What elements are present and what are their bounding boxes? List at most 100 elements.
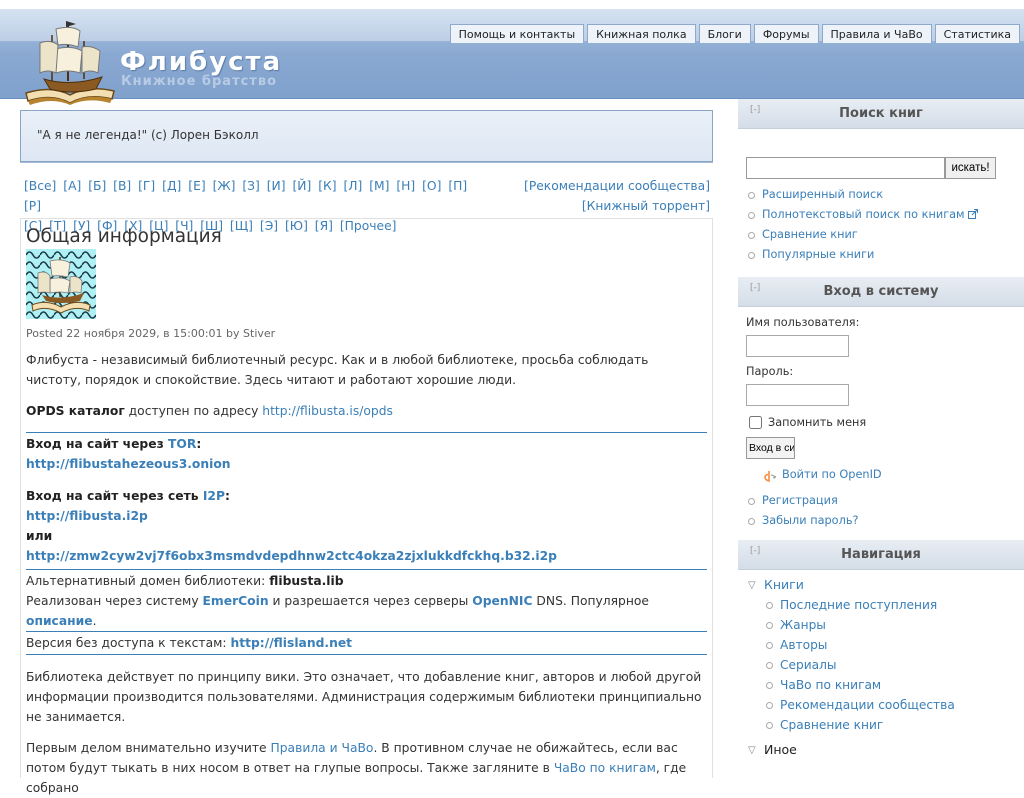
ship-book-logo-icon[interactable] (22, 15, 118, 105)
book-torrent-link[interactable]: [Книжный торрент] (582, 199, 710, 213)
login-block-title: Вход в систему (823, 284, 939, 299)
alpha-link[interactable]: [А] (63, 179, 81, 193)
description-link[interactable]: описание (26, 614, 93, 628)
compare-books-link[interactable]: Сравнение книг (762, 228, 858, 241)
impl-text-1: Реализован через систему (26, 594, 203, 608)
community-recommendations-link[interactable]: [Рекомендации сообщества] (524, 179, 710, 193)
alpha-link[interactable]: [Н] (396, 179, 415, 193)
alpha-link[interactable]: [В] (113, 179, 131, 193)
expanded-triangle-icon: ▽ (748, 745, 756, 756)
password-field[interactable] (746, 384, 849, 406)
alpha-link[interactable]: [Р] (24, 199, 41, 213)
alpha-link[interactable]: [З] (242, 179, 259, 193)
tab-blogs[interactable]: Блоги (698, 24, 751, 43)
alpha-link[interactable]: [И] (267, 179, 286, 193)
username-field[interactable] (746, 335, 849, 357)
alpha-link[interactable]: [Б] (88, 179, 106, 193)
nav-authors-link[interactable]: Авторы (780, 638, 827, 652)
external-link-icon (967, 209, 978, 219)
alpha-link[interactable]: [К] (318, 179, 336, 193)
tab-bookshelf[interactable]: Книжная полка (587, 24, 696, 43)
nav-books-faq-link[interactable]: ЧаВо по книгам (780, 678, 881, 692)
list-item: Сравнение книг (764, 715, 1016, 735)
login-block-header[interactable]: [-] Вход в систему (738, 277, 1024, 307)
i2p-section: Вход на сайт через сеть I2P: http://flib… (26, 486, 707, 566)
quote-text: "А я не легенда!" (с) Лорен Бэколл (37, 128, 259, 142)
search-row: искать! (746, 157, 1016, 179)
navigation-block-header[interactable]: [-] Навигация (738, 540, 1024, 570)
login-button[interactable]: Вход в систему (746, 437, 795, 459)
username-label: Имя пользователя: (746, 316, 860, 329)
nav-compare-link[interactable]: Сравнение книг (780, 718, 883, 732)
wiki-paragraph: Библиотека действует по принципу вики. Э… (26, 670, 702, 724)
alpha-link[interactable]: [Ж] (213, 179, 236, 193)
expanded-triangle-icon: ▽ (748, 580, 756, 591)
tab-forums[interactable]: Форумы (753, 24, 819, 43)
forgot-password-link[interactable]: Забыли пароль? (762, 514, 858, 527)
alphabet-row-1: [Все] [А] [Б] [В] [Г] [Д] [Е] [Ж] [З] [И… (24, 176, 474, 216)
emercoin-link[interactable]: EmerCoin (203, 594, 269, 608)
nav-books: ▽ Книги (746, 575, 1016, 595)
search-input[interactable] (746, 157, 945, 179)
alpha-link[interactable]: [Й] (292, 179, 311, 193)
collapse-toggle[interactable]: [-] (750, 99, 760, 121)
navigation-block-title: Навигация (841, 547, 921, 562)
site-name[interactable]: Флибуста (120, 47, 282, 77)
i2p-or: или (26, 529, 53, 543)
nav-latest-link[interactable]: Последние поступления (780, 598, 937, 612)
alpha-link[interactable]: [О] (422, 179, 441, 193)
alpha-link[interactable]: [Л] (343, 179, 362, 193)
rules-text-1: Первым делом внимательно изучите (26, 741, 271, 755)
popular-books-link[interactable]: Популярные книги (762, 248, 874, 261)
tab-statistics[interactable]: Статистика (934, 24, 1020, 43)
tab-rules-faq[interactable]: Правила и ЧаВо (821, 24, 932, 43)
top-tabs: Помощь и контакты Книжная полка Блоги Фо… (449, 24, 1020, 43)
nav-genres-link[interactable]: Жанры (780, 618, 826, 632)
nav-recommendations-link[interactable]: Рекомендации сообщества (780, 698, 955, 712)
collapse-toggle[interactable]: [-] (750, 277, 760, 299)
search-links: Расширенный поиск Полнотекстовый поиск п… (746, 185, 1016, 265)
remember-me-checkbox[interactable] (749, 415, 762, 429)
list-item: Авторы (764, 635, 1016, 655)
tor-link[interactable]: TOR (168, 437, 196, 451)
register-link[interactable]: Регистрация (762, 494, 838, 507)
alpha-link[interactable]: [Е] (188, 179, 205, 193)
nav-other: ▽ Иное (746, 740, 1016, 760)
tor-url-link[interactable]: http://flibustahezeous3.onion (26, 457, 231, 471)
nav-series-link[interactable]: Сериалы (780, 658, 837, 672)
tab-help-contacts[interactable]: Помощь и контакты (449, 24, 585, 43)
flisland-link[interactable]: http://flisland.net (230, 636, 352, 650)
alpha-link[interactable]: [Г] (138, 179, 155, 193)
alphabet-nav: [Все] [А] [Б] [В] [Г] [Д] [Е] [Ж] [З] [И… (20, 176, 713, 233)
i2p-url-link[interactable]: http://flibusta.i2p (26, 509, 148, 523)
search-block-body: искать! Расширенный поиск Полнотекстовый… (738, 157, 1024, 265)
search-block-header[interactable]: [-] Поиск книг (738, 99, 1024, 129)
i2p-b32-url-link[interactable]: http://zmw2cyw2vj7f6obx3msmdvdepdhnw2ctc… (26, 549, 557, 563)
opds-url-link[interactable]: http://flibusta.is/opds (262, 404, 393, 418)
alpha-link[interactable]: [М] (369, 179, 389, 193)
no-access-section: Версия без доступа к текстам: http://fli… (26, 631, 707, 655)
nav-other-link[interactable]: Иное (764, 742, 797, 757)
books-faq-link[interactable]: ЧаВо по книгам (554, 761, 656, 775)
login-block: [-] Вход в систему Имя пользователя: Пар… (738, 277, 1024, 531)
intro-paragraph: Флибуста - независимый библиотечный ресу… (26, 353, 649, 387)
alpha-link-all[interactable]: [Все] (24, 179, 56, 193)
alpha-link[interactable]: [Д] (162, 179, 181, 193)
i2p-label: Вход на сайт через сеть (26, 489, 203, 503)
opennic-link[interactable]: OpenNIC (472, 594, 532, 608)
openid-login-link[interactable]: Войти по OpenID (782, 468, 882, 481)
i2p-link[interactable]: I2P (203, 489, 225, 503)
search-button[interactable]: искать! (945, 157, 996, 179)
impl-dot: . (92, 614, 97, 628)
impl-text-2: и разрешается через серверы (268, 594, 473, 608)
nav-books-link[interactable]: Книги (764, 577, 804, 592)
opds-paragraph: OPDS каталог доступен по адресу http://f… (26, 401, 707, 421)
collapse-toggle[interactable]: [-] (750, 540, 760, 562)
rules-faq-link[interactable]: Правила и ЧаВо (271, 741, 374, 755)
list-item: Регистрация (746, 491, 1016, 511)
password-label: Пароль: (746, 365, 794, 378)
alpha-link[interactable]: [П] (448, 179, 467, 193)
fulltext-search-link[interactable]: Полнотекстовый поиск по книгам (762, 208, 965, 221)
list-item: Сериалы (764, 655, 1016, 675)
advanced-search-link[interactable]: Расширенный поиск (762, 188, 883, 201)
